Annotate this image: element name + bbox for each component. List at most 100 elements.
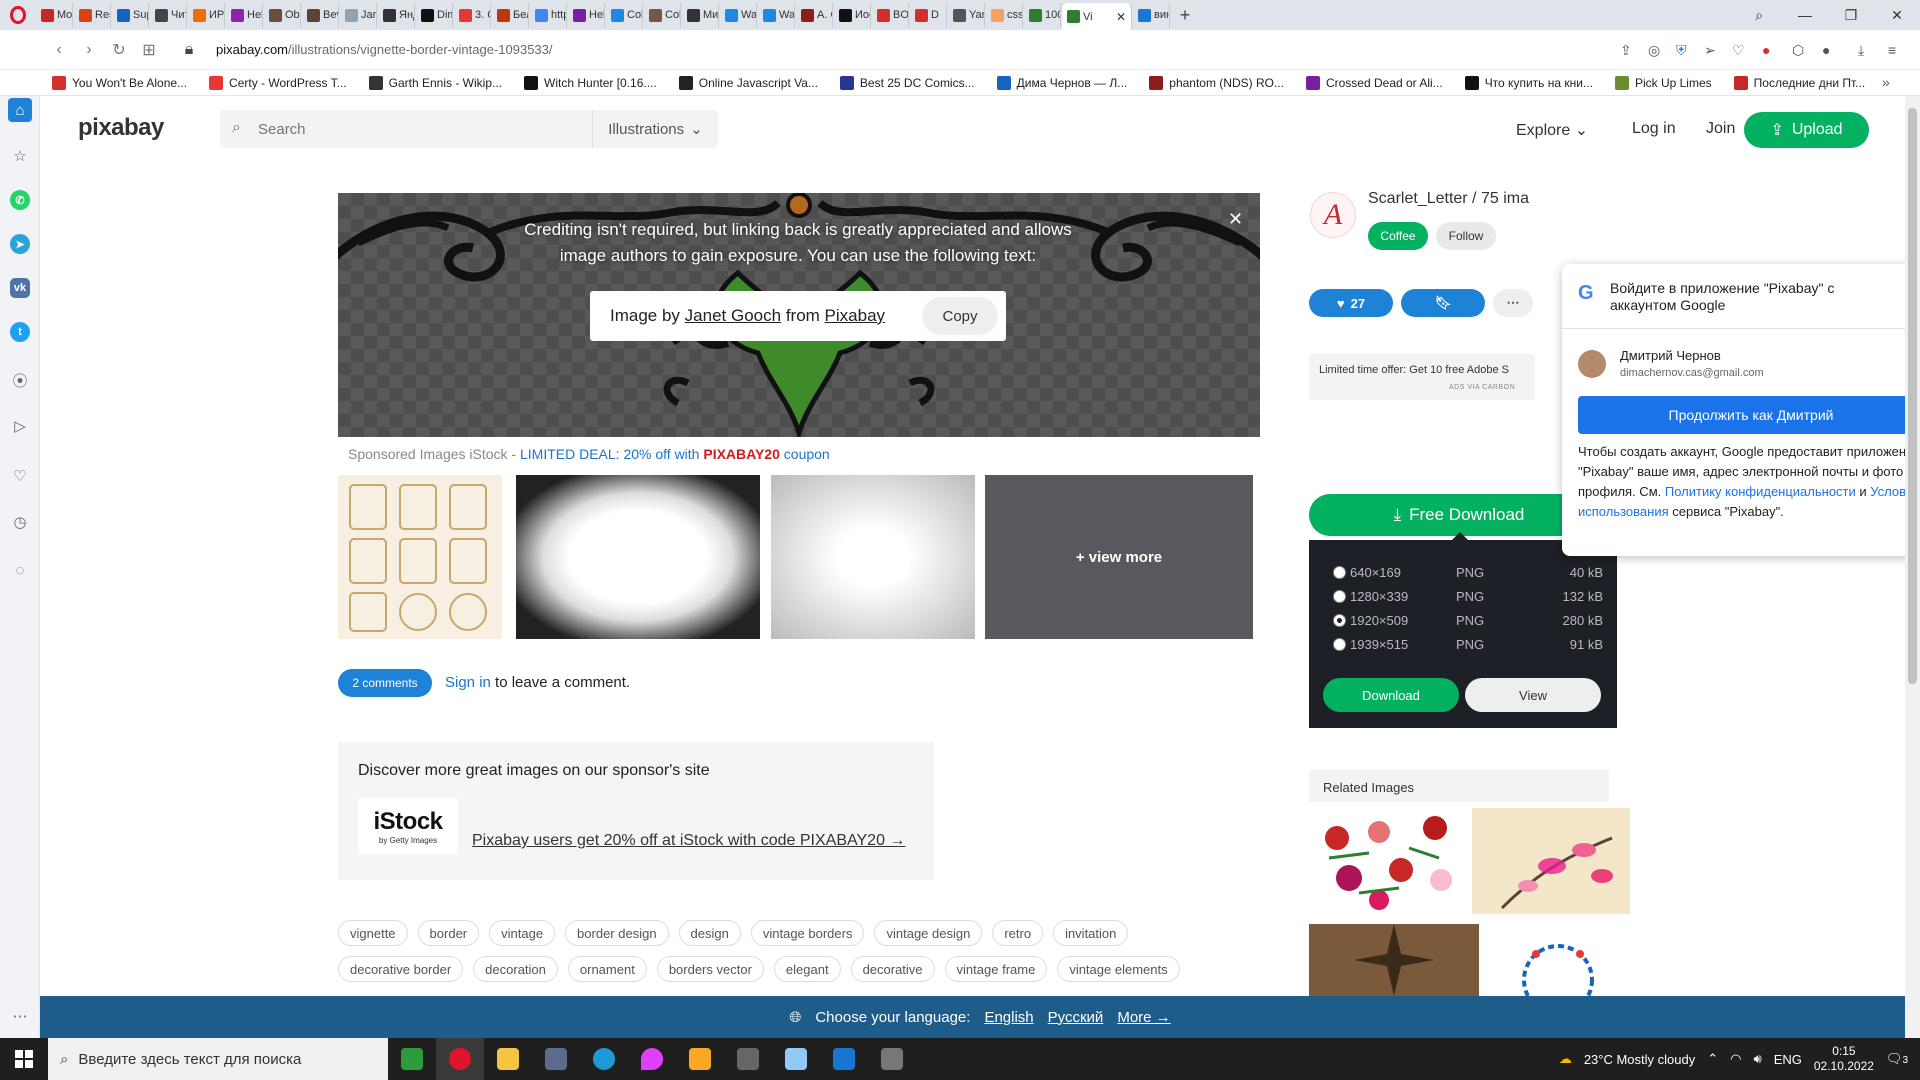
easy-setup-icon[interactable]: ≡ bbox=[1888, 42, 1896, 58]
login-link[interactable]: Log in bbox=[1632, 120, 1676, 138]
browser-tab[interactable]: css bbox=[986, 3, 1023, 27]
opera-menu-icon[interactable] bbox=[0, 0, 36, 30]
taskbar-search[interactable]: ⌕ Введите здесь текст для поиска bbox=[48, 1038, 388, 1080]
bookmark-item[interactable]: Crossed Dead or Ali... bbox=[1305, 75, 1443, 90]
taskbar-app-doc[interactable] bbox=[772, 1038, 820, 1080]
browser-tab[interactable]: Heb bbox=[568, 3, 605, 27]
player-icon[interactable]: ⦿ bbox=[8, 368, 32, 392]
sponsored-image-frames[interactable] bbox=[338, 475, 502, 639]
search-input[interactable] bbox=[258, 110, 598, 148]
profile-icon[interactable]: ● bbox=[1822, 42, 1830, 58]
credit-author-link[interactable]: Janet Gooch bbox=[685, 306, 781, 325]
download-option[interactable]: 1920×509 PNG 280 kB bbox=[1333, 610, 1603, 630]
view-button[interactable]: View bbox=[1465, 678, 1601, 712]
language-russian[interactable]: Русский bbox=[1048, 1009, 1104, 1026]
notifications-icon[interactable]: 🗨︎3 bbox=[1886, 1051, 1908, 1067]
bookmark-item[interactable]: Что купить на кни... bbox=[1464, 75, 1593, 90]
browser-tab[interactable]: 100 bbox=[1024, 3, 1061, 27]
page-scrollbar[interactable] bbox=[1905, 96, 1920, 1038]
taskbar-edge[interactable] bbox=[580, 1038, 628, 1080]
weather-icon[interactable]: ☁ bbox=[1559, 1051, 1572, 1067]
resolution-radio[interactable] bbox=[1333, 637, 1346, 651]
flow-icon[interactable]: ▷ bbox=[8, 414, 32, 438]
taskbar-app-pencil[interactable] bbox=[676, 1038, 724, 1080]
search-type-dropdown[interactable]: Illustrations ⌄ bbox=[592, 110, 718, 148]
taskbar-app-game2[interactable] bbox=[868, 1038, 916, 1080]
heart-icon[interactable]: ♡ bbox=[1732, 42, 1745, 59]
download-option[interactable]: 1939×515 PNG 91 kB bbox=[1333, 634, 1603, 654]
taskbar-app-game[interactable] bbox=[724, 1038, 772, 1080]
tag-chip[interactable]: retro bbox=[992, 920, 1044, 946]
tag-chip[interactable]: vignette bbox=[338, 920, 408, 946]
download-option[interactable]: 640×169 PNG 40 kB bbox=[1333, 562, 1603, 582]
search-tabs-icon[interactable]: ⌕ bbox=[1736, 0, 1782, 30]
input-language[interactable]: ENG bbox=[1774, 1052, 1802, 1067]
browser-tab[interactable]: Jani bbox=[340, 3, 377, 27]
coupon-suffix[interactable]: coupon bbox=[780, 446, 830, 462]
download-button[interactable]: Download bbox=[1323, 678, 1459, 712]
comments-button[interactable]: 2 comments bbox=[338, 669, 432, 697]
browser-tab[interactable]: Чит bbox=[150, 3, 187, 27]
tag-chip[interactable]: decorative bbox=[850, 956, 935, 982]
home-icon[interactable]: ⌂ bbox=[8, 98, 32, 122]
author-name[interactable]: Scarlet_Letter / 75 ima bbox=[1368, 190, 1529, 208]
snapshot-icon[interactable]: ◎ bbox=[1648, 42, 1660, 59]
bookmarks-overflow-icon[interactable]: » bbox=[1882, 74, 1890, 90]
google-account-avatar[interactable] bbox=[1578, 350, 1606, 378]
bookmark-item[interactable]: Последние дни Пт... bbox=[1733, 75, 1865, 90]
explore-menu[interactable]: Explore ⌄ bbox=[1516, 120, 1588, 140]
sponsored-image-gradient[interactable] bbox=[771, 475, 975, 639]
browser-tab[interactable]: Yan bbox=[948, 3, 985, 27]
download-option[interactable]: 1280×339 PNG 132 kB bbox=[1333, 586, 1603, 606]
coupon-code[interactable]: PIXABAY20 bbox=[703, 446, 780, 462]
more-actions-button[interactable]: ⋯ bbox=[1493, 289, 1533, 317]
downloads-icon[interactable]: ⤓ bbox=[1858, 42, 1864, 59]
resolution-radio[interactable] bbox=[1333, 613, 1346, 627]
browser-tab[interactable]: Sup bbox=[112, 3, 149, 27]
tag-chip[interactable]: borders vector bbox=[656, 956, 764, 982]
scrollbar-thumb[interactable] bbox=[1908, 108, 1917, 684]
browser-tab[interactable]: Mo bbox=[36, 3, 73, 27]
share-icon[interactable]: ⇪ bbox=[1620, 42, 1632, 59]
tag-chip[interactable]: border bbox=[417, 920, 480, 946]
bookmark-item[interactable]: Garth Ennis - Wikip... bbox=[368, 75, 502, 90]
bookmark-item[interactable]: Best 25 DC Comics... bbox=[839, 75, 975, 90]
close-window-button[interactable]: ✕ bbox=[1874, 0, 1920, 30]
browser-tab[interactable]: D bbox=[910, 3, 947, 27]
bookmark-button[interactable]: 🔖︎ bbox=[1401, 289, 1485, 317]
extensions-icon[interactable]: ⬡ bbox=[1792, 42, 1804, 59]
tag-chip[interactable]: vintage design bbox=[874, 920, 983, 946]
tag-chip[interactable]: elegant bbox=[773, 956, 841, 982]
upload-button[interactable]: ⇪ Upload bbox=[1744, 112, 1869, 148]
tag-chip[interactable]: border design bbox=[565, 920, 669, 946]
minimize-button[interactable]: — bbox=[1782, 0, 1828, 30]
windows-start-icon[interactable] bbox=[0, 1038, 48, 1080]
istock-logo[interactable]: iStock by Getty Images bbox=[358, 798, 458, 854]
browser-tab[interactable]: Dim bbox=[416, 3, 453, 27]
browser-tab[interactable]: Bevi bbox=[302, 3, 339, 27]
tag-chip[interactable]: vintage frame bbox=[944, 956, 1048, 982]
browser-tab[interactable]: ИРИ bbox=[188, 3, 225, 27]
sidebar-more-icon[interactable]: ⋯ bbox=[8, 1004, 32, 1028]
clock[interactable]: 0:15 02.10.2022 bbox=[1814, 1044, 1874, 1074]
main-image[interactable]: Crediting isn't required, but linking ba… bbox=[338, 193, 1260, 437]
related-image-magnolia[interactable] bbox=[1472, 808, 1630, 914]
telegram-icon[interactable]: ➤ bbox=[8, 232, 32, 256]
tag-chip[interactable]: invitation bbox=[1053, 920, 1129, 946]
like-button[interactable]: ♥ 27 bbox=[1309, 289, 1393, 317]
volume-icon[interactable]: 🔊︎ bbox=[1753, 1051, 1761, 1067]
lock-icon[interactable]: 🔒︎ bbox=[174, 41, 204, 59]
whatsapp-icon[interactable]: ✆ bbox=[8, 188, 32, 212]
bookmark-item[interactable]: Certy - WordPress T... bbox=[209, 75, 347, 90]
weather-text[interactable]: 23°C Mostly cloudy bbox=[1584, 1052, 1695, 1067]
wifi-icon[interactable]: ◠ bbox=[1730, 1051, 1741, 1067]
back-button[interactable]: ‹ bbox=[44, 41, 74, 59]
reload-button[interactable]: ↻ bbox=[104, 40, 134, 60]
close-tab-icon[interactable]: ✕ bbox=[1116, 10, 1131, 24]
resolution-radio[interactable] bbox=[1333, 589, 1346, 603]
speed-dial-icon[interactable]: ⊞ bbox=[134, 40, 164, 60]
view-more-button[interactable]: + view more bbox=[985, 475, 1253, 639]
browser-tab[interactable]: Rest bbox=[74, 3, 111, 27]
close-icon[interactable]: ✕ bbox=[1228, 209, 1243, 230]
browser-tab[interactable]: Бел bbox=[492, 3, 529, 27]
